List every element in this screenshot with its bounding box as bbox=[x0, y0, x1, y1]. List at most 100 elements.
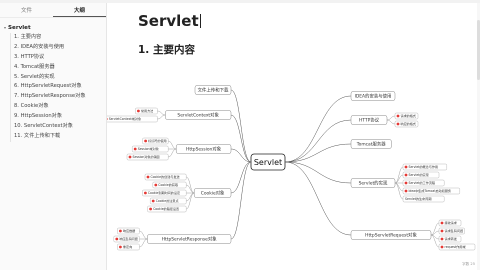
mindmap-leaf-node[interactable]: 响应数据 bbox=[117, 227, 140, 235]
mindmap-sub-edge bbox=[139, 238, 148, 248]
mindmap-leaf-node[interactable]: Servlet的实现 bbox=[402, 171, 440, 179]
outline-item[interactable]: 7. HttpServletResponse对象 bbox=[0, 92, 106, 103]
outline-item[interactable]: 6. HttpServletRequest对象 bbox=[0, 82, 106, 93]
editor-main: Servlet 1. 主要内容 Servlet 文件上传和下载 ServletCon… bbox=[107, 3, 480, 270]
tab-files[interactable]: 文件 bbox=[0, 3, 53, 17]
mindmap-branch-label: Servlet的实现 bbox=[359, 180, 388, 187]
chevron-down-icon[interactable]: ▾ bbox=[4, 25, 6, 30]
priority-dot-icon bbox=[404, 173, 408, 177]
outline-item[interactable]: 3. HTTP协议 bbox=[0, 52, 106, 63]
mindmap-leaf-node[interactable]: 响应乱码问题 bbox=[113, 235, 140, 243]
mindmap-leaf-label: request作用域 bbox=[445, 244, 466, 249]
mindmap-leaf-label: 响应数据 bbox=[123, 228, 135, 233]
outline-item[interactable]: 10. ServletContext对象 bbox=[0, 122, 106, 132]
mindmap-branch-node[interactable]: IDEA的安装与使用 bbox=[350, 91, 396, 101]
priority-dot-icon bbox=[440, 229, 444, 233]
mindmap-leaf-label: 常用方法 bbox=[141, 108, 153, 113]
priority-dot-icon bbox=[404, 189, 408, 193]
priority-dot-icon bbox=[146, 175, 150, 179]
mindmap-sub-edge bbox=[394, 182, 404, 200]
mindmap-leaf-label: Idea中集成Tomcat启动和服务 bbox=[409, 188, 452, 193]
mindmap-branch-label: HttpServletRequest对象 bbox=[365, 232, 417, 239]
mindmap-branch-node[interactable]: Tomcat服务器 bbox=[350, 139, 392, 149]
mindmap-leaf-node[interactable]: Servlet的工作流程 bbox=[402, 179, 445, 187]
priority-dot-icon bbox=[404, 165, 408, 169]
mindmap-leaf-label: 请求转发 bbox=[445, 236, 457, 241]
mindmap-leaf-label: Cookie的注意点 bbox=[156, 198, 179, 203]
outline-item[interactable]: 2. IDEA的安装与使用 bbox=[0, 42, 106, 53]
mindmap-leaf-node[interactable]: ServletContext域对象 bbox=[107, 115, 158, 123]
outline-item[interactable]: 11. 文件上传和下载 bbox=[0, 131, 106, 142]
mindmap-branch-label: Tomcat服务器 bbox=[356, 141, 387, 148]
mindmap-leaf-node[interactable]: 常用方法 bbox=[135, 107, 158, 115]
mindmap-sub-edge bbox=[394, 182, 404, 192]
priority-dot-icon bbox=[396, 114, 400, 118]
mindmap-leaf-node[interactable]: Session对象的销毁 bbox=[126, 153, 169, 161]
mindmap-leaf-label: Servlet的实现 bbox=[409, 172, 429, 177]
priority-dot-icon bbox=[396, 122, 400, 126]
outline-item[interactable]: 9. HttpSession对象 bbox=[0, 112, 106, 122]
mindmap-sub-edge bbox=[168, 140, 177, 150]
mindmap-leaf-node[interactable]: 请求转发 bbox=[438, 235, 462, 243]
mindmap-center-node[interactable]: Servlet bbox=[250, 153, 286, 171]
mindmap-sub-edge bbox=[386, 119, 396, 125]
outline-root-label: Servlet bbox=[8, 25, 31, 31]
mindmap-leaf-node[interactable]: Idea中集成Tomcat启动和服务 bbox=[402, 187, 460, 195]
mindmap-branch-node[interactable]: Cookie对象 bbox=[193, 188, 232, 198]
mindmap-leaf-node[interactable]: 接收请求 bbox=[438, 219, 462, 227]
outline-item[interactable]: 5. Servlet的实现 bbox=[0, 72, 106, 83]
mindmap-branch-node[interactable]: Servlet的实现 bbox=[350, 178, 396, 188]
mindmap-leaf-label: Session域对象 bbox=[138, 146, 159, 151]
mindmap-leaf-node[interactable]: Servlet的生命周期 bbox=[402, 195, 445, 203]
mindmap-leaf-node[interactable]: 请求的格式 bbox=[394, 112, 419, 120]
mindmap-leaf-label: 接收请求 bbox=[445, 220, 457, 225]
priority-dot-icon bbox=[404, 181, 408, 185]
mindmap-branch-node[interactable]: ServletContext对象 bbox=[165, 110, 232, 120]
mindmap-leaf-node[interactable]: request作用域 bbox=[438, 243, 476, 251]
mindmap-leaf-node[interactable]: 重定向 bbox=[117, 243, 140, 251]
mindmap-branch-label: Cookie对象 bbox=[201, 190, 225, 197]
sidebar-tabs: 文件 大纲 bbox=[0, 3, 106, 18]
mindmap-branch-node[interactable]: HttpSession对象 bbox=[175, 144, 232, 154]
mindmap-leaf-node[interactable]: Cookie到期时间的设定 bbox=[142, 189, 187, 197]
mindmap-edge bbox=[230, 114, 252, 163]
mindmap-leaf-node[interactable]: Session域对象 bbox=[132, 145, 169, 153]
outline-items: 1. 主要内容 2. IDEA的安装与使用 3. HTTP协议 4. Tomcat服务… bbox=[0, 33, 106, 142]
priority-dot-icon bbox=[440, 221, 444, 225]
priority-dot-icon bbox=[119, 229, 122, 233]
mindmap-branch-node[interactable]: 文件上传和下载 bbox=[194, 85, 232, 95]
mind-map: Servlet文件上传和下载ServletContext对象常用方法Servle… bbox=[107, 85, 476, 251]
mindmap-edge bbox=[284, 161, 352, 184]
mindmap-edge bbox=[284, 143, 352, 163]
mindmap-leaf-label: Servlet的概念与作用 bbox=[409, 164, 439, 169]
mindmap-branch-node[interactable]: HTTP协议 bbox=[350, 115, 388, 125]
tab-outline[interactable]: 大纲 bbox=[53, 3, 106, 17]
mindmap-sub-edge bbox=[157, 110, 166, 116]
mindmap-branch-label: HTTP协议 bbox=[359, 117, 380, 124]
mindmap-edge bbox=[284, 119, 352, 163]
mindmap-branch-node[interactable]: HttpServletRequest对象 bbox=[350, 230, 432, 240]
mindmap-leaf-label: ServletContext域对象 bbox=[109, 116, 141, 121]
outline-item[interactable]: 8. Cookie对象 bbox=[0, 102, 106, 113]
outline-item[interactable]: 4. Tomcat服务器 bbox=[0, 62, 106, 73]
outline-root-item[interactable]: ▾ Servlet bbox=[0, 22, 106, 33]
mindmap-leaf-node[interactable]: Cookie的创建与发送 bbox=[144, 173, 187, 181]
mindmap-leaf-label: Cookie到期时间的设定 bbox=[148, 190, 180, 195]
mindmap-leaf-label: 响应乱码问题 bbox=[119, 236, 138, 241]
sidebar: 文件 大纲 ▾ Servlet 1. 主要内容 2. IDEA的安装与使用 3. HT… bbox=[0, 3, 107, 270]
outline-item[interactable]: 1. 主要内容 bbox=[0, 33, 106, 43]
mindmap-branch-label: HttpServletResponse对象 bbox=[162, 236, 218, 243]
mindmap-leaf-node[interactable]: 请求乱码问题 bbox=[438, 227, 465, 235]
priority-dot-icon bbox=[115, 237, 119, 241]
mindmap-leaf-node[interactable]: 响应的格式 bbox=[394, 120, 419, 128]
mindmap-branch-node[interactable]: HttpServletResponse对象 bbox=[147, 234, 232, 244]
mindmap-leaf-node[interactable]: Servlet的概念与作用 bbox=[402, 163, 447, 171]
mindmap-leaf-node[interactable]: Cookie的注意点 bbox=[150, 197, 187, 205]
mindmap-edge bbox=[230, 161, 252, 240]
mindmap-leaf-node[interactable]: Cookie的获取 bbox=[152, 181, 187, 189]
priority-dot-icon bbox=[119, 245, 122, 249]
mindmap-leaf-node[interactable]: 标识符的使用 bbox=[142, 137, 169, 145]
mindmap-leaf-node[interactable]: Cookie的路径设置 bbox=[147, 205, 187, 213]
mindmap-sub-edge bbox=[186, 184, 195, 194]
mindmap-sub-edge bbox=[386, 115, 396, 121]
